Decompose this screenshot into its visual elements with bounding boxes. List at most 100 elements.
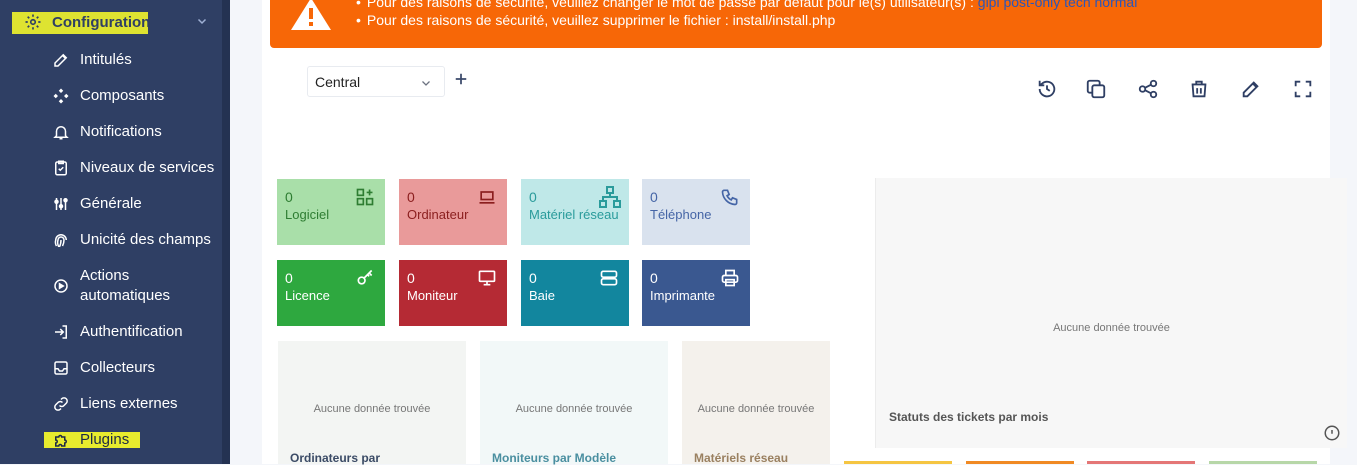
login-icon <box>55 325 67 339</box>
sidebar: Configuration Intitulés Composants Notif… <box>0 0 230 464</box>
sidebar-item-label: Composants <box>80 87 165 104</box>
tile-count: 0 <box>285 189 293 205</box>
key-icon <box>357 269 373 285</box>
sidebar-item-intitules[interactable]: Intitulés <box>0 50 222 70</box>
tile-count: 0 <box>407 189 415 205</box>
sidebar-item-label: Intitulés <box>80 51 132 68</box>
puzzle-icon <box>55 434 67 447</box>
warning-icon <box>291 0 331 30</box>
link-icon <box>54 397 68 411</box>
sidebar-scrollbar[interactable] <box>222 0 230 464</box>
alert-text: Pour des raisons de sécurité, veuillez c… <box>366 0 974 10</box>
apps-icon <box>356 188 374 206</box>
tile-telephone[interactable]: 0 Téléphone <box>642 179 750 245</box>
card-title: Ordinateurs par <box>290 451 381 465</box>
card-materiels-reseau: Aucune donnée trouvée Matériels réseau <box>682 341 830 465</box>
sidebar-item-authentification[interactable]: Authentification <box>0 322 222 342</box>
sidebar-item-liens-externes[interactable]: Liens externes <box>0 394 222 414</box>
sidebar-item-generale[interactable]: Générale <box>0 194 222 214</box>
card-title: Moniteurs par Modèle <box>492 451 617 465</box>
sidebar-item-collecteurs[interactable]: Collecteurs <box>0 358 222 378</box>
alert-users-link[interactable]: glpi post-only tech normal <box>978 0 1138 10</box>
printer-icon <box>721 269 739 287</box>
sidebar-item-label: Authentification <box>80 323 183 340</box>
network-icon <box>599 186 621 208</box>
fullscreen-icon[interactable] <box>1292 78 1314 100</box>
tile-count: 0 <box>529 189 537 205</box>
main-area: • Pour des raisons de sécurité, veuillez … <box>230 0 1357 465</box>
gear-icon <box>25 14 41 30</box>
security-alert: • Pour des raisons de sécurité, veuillez … <box>270 0 1322 48</box>
chevron-down-icon <box>422 81 430 86</box>
empty-message: Aucune donnée trouvée <box>697 403 815 415</box>
tile-logiciel[interactable]: 0 Logiciel <box>277 179 385 245</box>
tile-label: Imprimante <box>650 288 716 303</box>
tile-label: Logiciel <box>285 207 330 222</box>
tile-label: Matériel réseau <box>529 207 619 222</box>
edit-icon[interactable] <box>1240 78 1262 100</box>
info-circle-icon[interactable] <box>1323 424 1341 442</box>
laptop-icon <box>479 191 495 204</box>
dashboard-select[interactable]: Central <box>307 66 445 97</box>
card-ordinateurs: Aucune donnée trouvée Ordinateurs par <box>278 341 466 465</box>
bell-icon <box>53 126 69 140</box>
fingerprint-icon <box>54 234 67 248</box>
sidebar-item-plugins[interactable]: Plugins <box>0 430 222 450</box>
card-tickets-status: Aucune donnée trouvée Statuts des ticket… <box>875 178 1347 448</box>
share-icon[interactable] <box>1137 78 1159 100</box>
alert-line-install: • Pour des raisons de sécurité, veuillez … <box>356 12 836 28</box>
dashboard-panel: • Pour des raisons de sécurité, veuillez … <box>262 0 1347 465</box>
monitor-icon <box>478 270 496 286</box>
tile-count: 0 <box>285 270 293 286</box>
sidebar-menu-configuration[interactable]: Configuration <box>0 0 222 44</box>
adjustments-icon <box>54 198 68 210</box>
empty-message: Aucune donnée trouvée <box>1053 322 1170 334</box>
clipboard-icon <box>55 160 67 176</box>
tile-label: Licence <box>285 288 330 303</box>
sidebar-item-actions-automatiques[interactable]: Actions automatiques <box>0 266 222 306</box>
sidebar-item-unicite-des-champs[interactable]: Unicité des champs <box>0 230 222 250</box>
tile-label: Baie <box>529 288 556 303</box>
phone-icon <box>721 189 738 206</box>
tile-ordinateur[interactable]: 0 Ordinateur <box>399 179 507 245</box>
clone-icon[interactable] <box>1085 78 1107 100</box>
tile-baie[interactable]: 0 Baie <box>521 260 629 326</box>
card-title: Matériels réseau <box>694 451 789 465</box>
sidebar-item-label: Plugins <box>80 431 130 448</box>
tile-imprimante[interactable]: 0 Imprimante <box>642 260 750 326</box>
sidebar-item-label: Notifications <box>80 123 162 140</box>
sidebar-item-label: Collecteurs <box>80 359 156 376</box>
tile-count: 0 <box>529 270 537 286</box>
history-icon[interactable] <box>1036 78 1058 100</box>
tile-label: Moniteur <box>407 288 458 303</box>
tile-label: Ordinateur <box>407 207 469 222</box>
tile-count: 0 <box>407 270 415 286</box>
dashboard-select-value: Central <box>315 74 361 90</box>
inbox-icon <box>54 361 68 375</box>
sidebar-item-niveaux-de-services[interactable]: Niveaux de services <box>0 158 222 178</box>
alert-line-password: • Pour des raisons de sécurité, veuillez … <box>356 0 1137 10</box>
delete-icon[interactable] <box>1188 78 1210 100</box>
chevron-down-icon[interactable] <box>196 15 208 27</box>
add-dashboard-button[interactable] <box>454 72 468 86</box>
sidebar-menu-configuration-label: Configuration <box>52 14 151 31</box>
sidebar-item-label: Liens externes <box>80 395 178 412</box>
sidebar-item-label: Actions <box>80 267 130 284</box>
sidebar-item-notifications[interactable]: Notifications <box>0 122 222 142</box>
tile-count: 0 <box>650 189 658 205</box>
card-moniteurs: Aucune donnée trouvée Moniteurs par Modè… <box>480 341 668 465</box>
sidebar-item-label: automatiques <box>80 287 171 304</box>
tile-licence[interactable]: 0 Licence <box>277 260 385 326</box>
server-icon <box>600 270 618 286</box>
sidebar-item-label: Générale <box>80 195 142 212</box>
tile-count: 0 <box>650 270 658 286</box>
tile-materiel-reseau[interactable]: 0 Matériel réseau <box>521 179 629 245</box>
components-icon <box>53 88 69 104</box>
alert-text: Pour des raisons de sécurité, veuillez s… <box>366 12 836 28</box>
empty-message: Aucune donnée trouvée <box>313 403 431 415</box>
empty-message: Aucune donnée trouvée <box>515 403 633 415</box>
tile-moniteur[interactable]: 0 Moniteur <box>399 260 507 326</box>
sidebar-item-composants[interactable]: Composants <box>0 86 222 106</box>
sidebar-item-label: Unicité des champs <box>80 231 211 248</box>
card-title: Statuts des tickets par mois <box>889 410 1049 424</box>
